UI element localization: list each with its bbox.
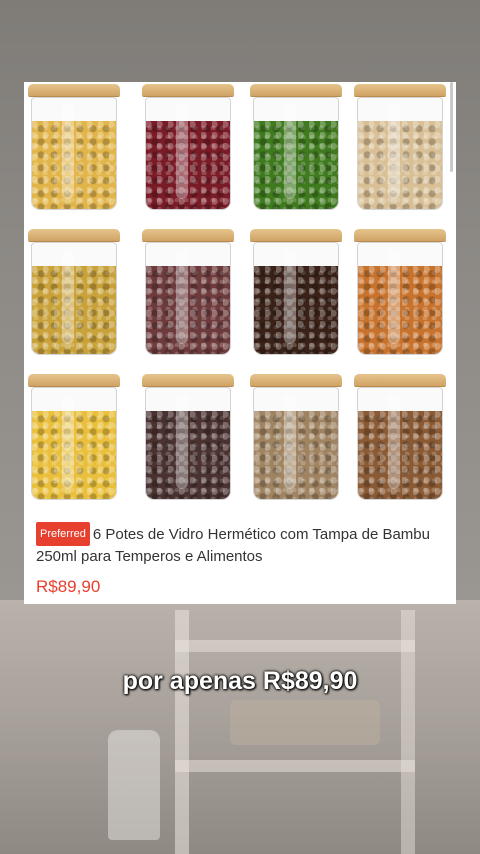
- bamboo-lid: [354, 84, 446, 96]
- bamboo-lid: [250, 374, 342, 386]
- glass-shine: [62, 394, 74, 489]
- product-price: R$89,90: [36, 577, 101, 596]
- video-caption: por apenas R$89,90: [122, 667, 358, 695]
- jar-pistachios: [354, 84, 446, 210]
- jar-mixed-nuts: [354, 374, 446, 500]
- jar-contents: [32, 121, 116, 209]
- glass-body: [357, 242, 443, 355]
- image-scrollbar[interactable]: [450, 82, 453, 172]
- jar-contents: [32, 411, 116, 499]
- glass-body: [357, 387, 443, 500]
- glass-body: [145, 387, 231, 500]
- glass-body: [31, 242, 117, 355]
- bamboo-lid: [142, 84, 234, 96]
- jar-mung-beans: [250, 84, 342, 210]
- glass-body: [145, 242, 231, 355]
- glass-shine: [284, 394, 296, 489]
- glass-shine: [62, 249, 74, 344]
- glass-shine: [388, 249, 400, 344]
- glass-body: [253, 97, 339, 210]
- bamboo-lid: [250, 229, 342, 241]
- product-card[interactable]: Preferred 6 Potes de Vidro Hermético com …: [24, 82, 456, 604]
- jar-millet: [28, 374, 120, 500]
- glass-body: [357, 97, 443, 210]
- jar-contents: [254, 411, 338, 499]
- product-title[interactable]: Preferred 6 Potes de Vidro Hermético com …: [36, 522, 446, 568]
- glass-body: [31, 97, 117, 210]
- bamboo-lid: [354, 374, 446, 386]
- jar-contents: [146, 121, 230, 209]
- jar-contents: [358, 266, 442, 354]
- jar-dried-orange: [354, 229, 446, 355]
- glass-shine: [388, 104, 400, 199]
- bamboo-lid: [250, 84, 342, 96]
- background-bottle: [108, 730, 160, 840]
- preferred-badge: Preferred: [36, 522, 90, 546]
- jar-coffee-beans: [250, 229, 342, 355]
- glass-shine: [176, 249, 188, 344]
- jar-contents: [146, 411, 230, 499]
- bamboo-lid: [142, 374, 234, 386]
- jar-contents: [254, 266, 338, 354]
- glass-shine: [388, 394, 400, 489]
- glass-body: [253, 387, 339, 500]
- glass-shine: [284, 249, 296, 344]
- jar-contents: [254, 121, 338, 209]
- background-shelf-board: [175, 760, 415, 772]
- product-title-text: 6 Potes de Vidro Hermético com Tampa de …: [36, 526, 430, 565]
- jar-contents: [32, 266, 116, 354]
- glass-shine: [176, 394, 188, 489]
- jar-contents: [358, 121, 442, 209]
- glass-shine: [176, 104, 188, 199]
- glass-body: [31, 387, 117, 500]
- bamboo-lid: [28, 229, 120, 241]
- jar-red-beans: [142, 84, 234, 210]
- bamboo-lid: [142, 229, 234, 241]
- jar-chrysanthemum: [28, 229, 120, 355]
- background-shelf-board: [175, 640, 415, 652]
- background-basket: [230, 700, 380, 745]
- jar-contents: [146, 266, 230, 354]
- glass-shine: [284, 104, 296, 199]
- jar-speckled-beans: [142, 229, 234, 355]
- jar-mixed-seeds: [142, 374, 234, 500]
- glass-body: [145, 97, 231, 210]
- glass-body: [253, 242, 339, 355]
- bamboo-lid: [28, 84, 120, 96]
- bamboo-lid: [28, 374, 120, 386]
- jar-dried-flowers: [28, 84, 120, 210]
- product-image[interactable]: [28, 84, 448, 504]
- glass-shine: [62, 104, 74, 199]
- jar-oats: [250, 374, 342, 500]
- jar-contents: [358, 411, 442, 499]
- bamboo-lid: [354, 229, 446, 241]
